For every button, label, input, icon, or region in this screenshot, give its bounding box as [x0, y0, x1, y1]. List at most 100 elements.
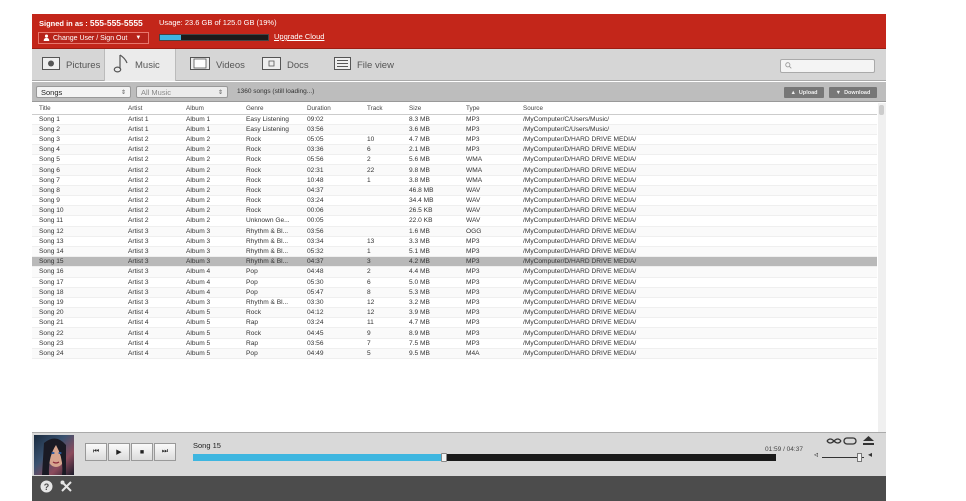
song-table: Title Artist Album Genre Duration Track Size Ty… [32, 103, 877, 360]
table-cell: MP3 [459, 338, 516, 349]
table-row[interactable]: Song 5 Artist 2 Album 2 Rock 05:56 2 5.6 MB WMA… [32, 154, 877, 166]
column-header[interactable]: Source [516, 103, 877, 115]
tab-file-view-label: File view [357, 59, 394, 71]
table-cell: WAV [459, 185, 516, 197]
table-row[interactable]: Song 24 Artist 4 Album 5 Pop 04:49 5 9.5 MB M4A… [32, 348, 877, 360]
play-button[interactable]: ▶ [108, 443, 130, 461]
stop-button[interactable]: ■ [131, 443, 153, 461]
table-row[interactable]: Song 7 Artist 2 Album 2 Rock 10:48 1 3.8 MB WMA… [32, 175, 877, 186]
table-row[interactable]: Song 2 Artist 1 Album 1 Easy Listening 03:56… [32, 124, 877, 135]
table-cell: Song 15 [32, 256, 121, 268]
repeat-icon[interactable] [843, 436, 857, 448]
tab-pictures[interactable]: Pictures [34, 49, 104, 81]
table-row[interactable]: Song 17 Artist 3 Album 4 Pop 05:30 6 5.0 MB MP3… [32, 277, 877, 288]
table-row[interactable]: Song 13 Artist 3 Album 3 Rhythm & Bl... 03:3… [32, 236, 877, 247]
view-select[interactable]: Songs ⇕ [36, 86, 131, 98]
shuffle-icon[interactable] [826, 436, 842, 448]
table-cell [360, 226, 402, 237]
tab-music[interactable]: Music [104, 49, 176, 81]
table-cell: /MyComputer/D/HARD DRIVE MEDIA/ [516, 287, 877, 298]
table-cell: WAV [459, 195, 516, 207]
table-row[interactable]: Song 16 Artist 3 Album 4 Pop 04:48 2 4.4 MB MP3… [32, 266, 877, 278]
progress-bar[interactable] [193, 453, 776, 462]
table-row[interactable]: Song 4 Artist 2 Album 2 Rock 03:36 6 2.1 MB MP3… [32, 144, 877, 156]
table-cell: Pop [239, 348, 300, 360]
table-row[interactable]: Song 22 Artist 4 Album 5 Rock 04:45 9 8.9 MB MP… [32, 327, 877, 339]
table-row[interactable]: Song 15 Artist 3 Album 3 Rhythm & Bl... 04:3… [32, 256, 877, 268]
table-cell: /MyComputer/D/HARD DRIVE MEDIA/ [516, 185, 877, 197]
volume-handle[interactable] [856, 453, 862, 462]
table-cell: Album 2 [179, 134, 239, 146]
table-cell: Song 21 [32, 317, 121, 329]
table-cell: /MyComputer/D/HARD DRIVE MEDIA/ [516, 236, 877, 247]
table-cell: Album 5 [179, 348, 239, 360]
tab-music-label: Music [135, 59, 160, 71]
help-icon[interactable]: ? [40, 480, 53, 496]
music-note-icon [113, 53, 129, 77]
user-icon [43, 34, 50, 43]
table-row[interactable]: Song 6 Artist 2 Album 2 Rock 02:31 22 9.8 MB WM… [32, 164, 877, 176]
table-row[interactable]: Song 12 Artist 3 Album 3 Rhythm & Bl... 03:5… [32, 226, 877, 237]
table-cell: Artist 4 [121, 307, 179, 319]
table-cell: 03:56 [300, 124, 360, 135]
table-row[interactable]: Song 23 Artist 4 Album 5 Rap 03:56 7 7.5 MB MP3… [32, 338, 877, 349]
column-header[interactable]: Track [360, 103, 402, 115]
progress-handle[interactable] [440, 453, 447, 462]
table-cell: Artist 2 [121, 164, 179, 176]
table-row[interactable]: Song 1 Artist 1 Album 1 Easy Listening 09:02… [32, 114, 877, 125]
table-cell: Artist 3 [121, 246, 179, 258]
table-cell: MP3 [459, 327, 516, 339]
search-input[interactable] [780, 59, 875, 73]
tools-icon[interactable] [60, 480, 73, 496]
table-scrollbar[interactable] [878, 103, 886, 433]
download-button[interactable]: ▼ Download [829, 87, 877, 98]
upgrade-cloud-link[interactable]: Upgrade Cloud [274, 32, 324, 41]
table-row[interactable]: Song 11 Artist 2 Album 2 Unknown Ge... 00:05… [32, 215, 877, 227]
column-header[interactable]: Type [459, 103, 516, 115]
column-header[interactable]: Size [402, 103, 459, 115]
tab-file-view[interactable]: File view [326, 49, 406, 81]
column-header[interactable]: Genre [239, 103, 300, 115]
table-cell [360, 114, 402, 125]
filter-bar: Songs ⇕ All Music ⇕ 1360 songs (still lo… [32, 82, 886, 102]
table-cell: WMA [459, 154, 516, 166]
table-row[interactable]: Song 18 Artist 3 Album 4 Pop 05:47 8 5.3 MB MP3… [32, 287, 877, 298]
previous-button[interactable]: ⏮ [85, 443, 107, 461]
table-cell: Album 5 [179, 327, 239, 339]
tab-docs[interactable]: Docs [254, 49, 324, 81]
upload-arrow-icon: ▲ [790, 89, 796, 96]
upload-button[interactable]: ▲ Upload [784, 87, 824, 98]
album-select[interactable]: All Music ⇕ [136, 86, 228, 98]
table-cell: 03:30 [300, 297, 360, 309]
table-cell: /MyComputer/D/HARD DRIVE MEDIA/ [516, 205, 877, 217]
media-tabs: Pictures Music Videos Docs File view [32, 49, 886, 81]
column-header[interactable]: Title [32, 103, 121, 115]
table-row[interactable]: Song 10 Artist 2 Album 2 Rock 00:06 26.5 KB WA… [32, 205, 877, 217]
table-row[interactable]: Song 20 Artist 4 Album 5 Rock 04:12 12 3.9 MB M… [32, 307, 877, 319]
column-header[interactable]: Album [179, 103, 239, 115]
search-icon [785, 61, 792, 71]
table-cell: Album 1 [179, 124, 239, 135]
table-cell: 03:24 [300, 317, 360, 329]
table-row[interactable]: Song 19 Artist 3 Album 3 Rhythm & Bl... 03:3… [32, 297, 877, 309]
table-cell: MP3 [459, 277, 516, 288]
table-row[interactable]: Song 21 Artist 4 Album 5 Rap 03:24 11 4.7 MB MP… [32, 317, 877, 329]
change-user-button[interactable]: Change User / Sign Out ▼ [38, 32, 149, 44]
table-row[interactable]: Song 3 Artist 2 Album 2 Rock 05:05 10 4.7 MB MP… [32, 134, 877, 146]
table-cell: Song 17 [32, 277, 121, 288]
column-header[interactable]: Artist [121, 103, 179, 115]
eject-icon[interactable] [862, 435, 875, 449]
tab-videos[interactable]: Videos [182, 49, 257, 81]
column-header[interactable]: Duration [300, 103, 360, 115]
table-cell: 1 [360, 175, 402, 186]
progress-fill [193, 454, 444, 461]
table-cell: 03:34 [300, 236, 360, 247]
table-row[interactable]: Song 9 Artist 2 Album 2 Rock 03:24 34.4 MB WAV… [32, 195, 877, 207]
table-row[interactable]: Song 8 Artist 2 Album 2 Rock 04:37 46.8 MB WAV… [32, 185, 877, 197]
table-cell: 4.4 MB [402, 266, 459, 278]
scrollbar-thumb[interactable] [879, 105, 884, 115]
table-row[interactable]: Song 14 Artist 3 Album 3 Rhythm & Bl... 05:3… [32, 246, 877, 258]
next-button[interactable]: ⏭ [154, 443, 176, 461]
updown-arrow-icon: ⇕ [120, 89, 126, 96]
table-cell: Song 11 [32, 215, 121, 227]
